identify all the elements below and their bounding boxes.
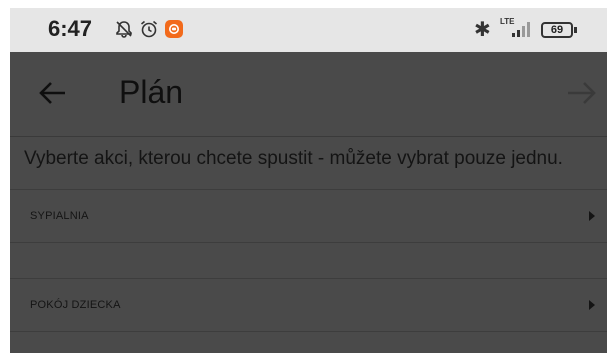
list-item-label: POKÓJ DZIECKA xyxy=(30,299,121,311)
bluetooth-icon: ✱ xyxy=(474,19,491,41)
list-item[interactable]: POKÓJ DZIECKA xyxy=(10,278,607,332)
battery-tip xyxy=(574,27,577,33)
back-arrow-icon[interactable] xyxy=(36,76,70,110)
divider xyxy=(10,136,607,137)
app-bar: Plán xyxy=(10,52,607,136)
list-item[interactable]: SYPIALNIA xyxy=(10,189,607,243)
page-title: Plán xyxy=(119,74,184,110)
screen: 6:47 ✱ LTE 69 Plán Vyberte akci, kterou … xyxy=(10,8,607,353)
battery-icon: 69 xyxy=(541,22,573,38)
status-bar: 6:47 ✱ LTE 69 xyxy=(10,8,607,52)
instruction-text: Vyberte akci, kterou chcete spustit - mů… xyxy=(24,148,563,169)
list-item-label: SYPIALNIA xyxy=(30,210,89,222)
signal-icon xyxy=(512,22,530,37)
alarm-icon xyxy=(140,20,158,38)
battery-level: 69 xyxy=(550,24,564,36)
chevron-right-icon xyxy=(589,300,595,310)
forward-arrow-icon[interactable] xyxy=(566,76,600,110)
app-notification-icon xyxy=(165,20,183,38)
list-spacer xyxy=(10,248,607,280)
chevron-right-icon xyxy=(589,211,595,221)
status-time: 6:47 xyxy=(48,16,93,41)
notifications-off-icon xyxy=(116,21,132,38)
